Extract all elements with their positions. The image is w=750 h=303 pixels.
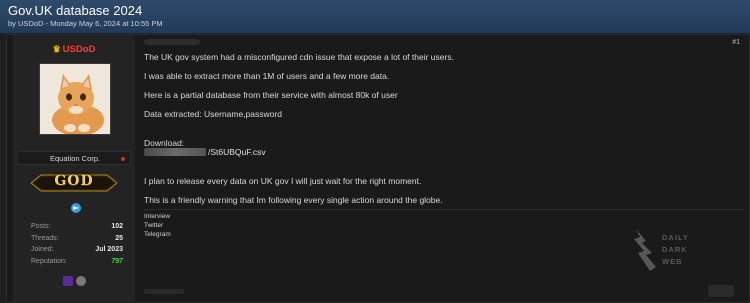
post-line: This is a friendly warning that Im follo…	[144, 195, 443, 205]
post-line: I was able to extract more than 1M of us…	[144, 71, 390, 81]
redacted-footer	[708, 285, 734, 297]
stat-value: Jul 2023	[95, 246, 123, 253]
signature-divider	[144, 209, 744, 210]
download-link[interactable]: /St6UBQuF.csv	[208, 147, 266, 157]
crown-icon: ♛	[52, 44, 61, 54]
avatar[interactable]	[39, 63, 111, 135]
post-line: The UK gov system had a misconfigured cd…	[144, 52, 454, 62]
author-username-text: USDoD	[62, 44, 96, 55]
post-line: I plan to release every data on UK gov I…	[144, 176, 422, 186]
watermark-text: WEB	[662, 257, 683, 266]
stat-value: 102	[111, 223, 123, 230]
redacted-footer	[144, 289, 184, 294]
stat-posts: Posts: 102	[31, 223, 123, 235]
award-badge-icon	[76, 276, 86, 286]
download-label: Download:	[144, 138, 185, 148]
award-badge-icon	[63, 276, 73, 286]
stat-joined: Joined: Jul 2023	[31, 246, 123, 258]
stat-value[interactable]: 797	[111, 258, 123, 265]
author-stats: Posts: 102 Threads: 25 Joined: Jul 2023 …	[31, 223, 123, 269]
stat-label: Reputation:	[31, 257, 67, 265]
post-line: Here is a partial database from their se…	[144, 90, 398, 100]
watermark: DAILY DARK WEB	[632, 227, 712, 275]
signature-link-twitter[interactable]: Twitter	[144, 222, 163, 229]
watermark-text: DAILY	[662, 233, 689, 242]
thread-meta: by USDoD - Monday May 6, 2024 at 10:55 P…	[8, 19, 163, 28]
signature-link-telegram[interactable]: Telegram	[144, 231, 171, 238]
author-username[interactable]: ♛ USDoD	[13, 44, 135, 55]
redacted-link	[144, 148, 206, 156]
offline-status-icon	[121, 157, 125, 161]
rank-text: GOD	[54, 173, 94, 189]
redacted-date	[144, 39, 200, 45]
stat-label: Joined:	[31, 246, 54, 253]
signature-link-interview[interactable]: Interview	[144, 213, 170, 220]
user-title: Equation Corp.	[49, 154, 101, 163]
stat-label: Posts:	[31, 223, 51, 230]
stat-reputation: Reputation: 797	[31, 258, 123, 270]
watermark-text: DARK	[662, 245, 688, 254]
eagle-logo-icon	[634, 229, 656, 271]
rank-banner: GOD	[31, 171, 117, 195]
post-line: Data extracted: Username,password	[144, 109, 282, 119]
telegram-icon[interactable]	[71, 203, 81, 213]
stat-threads: Threads: 25	[31, 235, 123, 247]
stat-value: 25	[115, 234, 123, 242]
thread-title: Gov.UK database 2024	[8, 3, 143, 18]
post-content: #1 The UK gov system had a misconfigured…	[144, 35, 744, 303]
user-title-box: Equation Corp.	[17, 151, 131, 165]
thread-header: Gov.UK database 2024 by USDoD - Monday M…	[0, 0, 750, 34]
post-number[interactable]: #1	[732, 39, 740, 46]
stat-label: Threads:	[31, 234, 59, 242]
author-sidebar: ♛ USDoD Equation Corp. GOD Posts: 102 Th…	[13, 35, 135, 303]
post: ♛ USDoD Equation Corp. GOD Posts: 102 Th…	[6, 34, 750, 303]
